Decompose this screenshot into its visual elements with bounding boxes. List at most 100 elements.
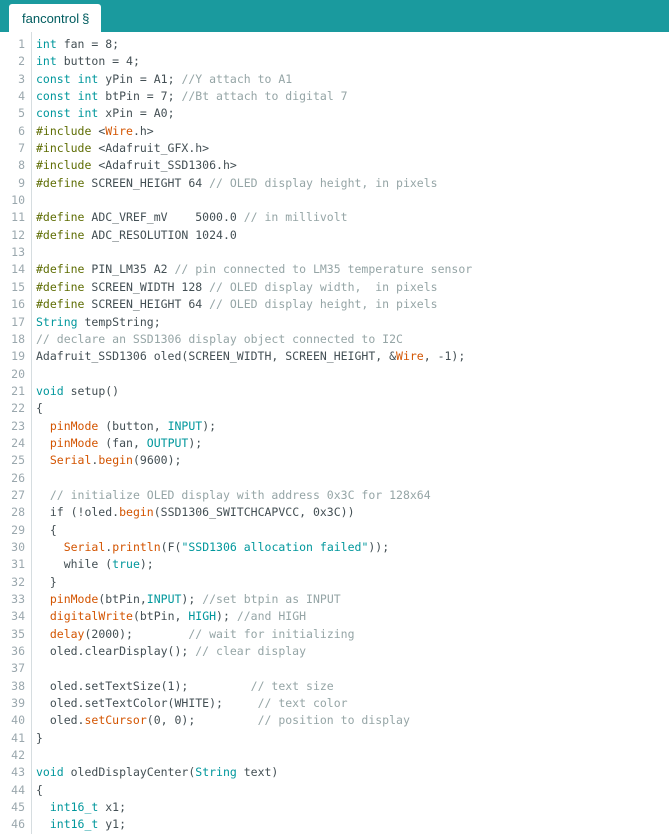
code-line[interactable]: 24 pinMode (fan, OUTPUT); (0, 435, 669, 452)
code-line[interactable]: 15 #define SCREEN_WIDTH 128 // OLED displ… (0, 279, 669, 296)
code-line[interactable]: 12 #define ADC_RESOLUTION 1024.0 (0, 227, 669, 244)
line-source[interactable]: #define PIN_LM35 A2 // pin connected to … (31, 261, 472, 278)
line-source[interactable]: #define SCREEN_HEIGHT 64 // OLED display… (31, 175, 438, 192)
code-line[interactable]: 4 const int btPin = 7; //Bt attach to dig… (0, 88, 669, 105)
code-line[interactable]: 39 oled.setTextColor(WHITE); // text col… (0, 695, 669, 712)
code-line[interactable]: 16 #define SCREEN_HEIGHT 64 // OLED displ… (0, 296, 669, 313)
code-line[interactable]: 34 digitalWrite(btPin, HIGH); //and HIGH (0, 608, 669, 625)
code-line[interactable]: 8 #include <Adafruit_SSD1306.h> (0, 157, 669, 174)
line-source[interactable]: } (31, 730, 43, 747)
code-line[interactable]: 36 oled.clearDisplay(); // clear display (0, 643, 669, 660)
line-source[interactable]: int16_t x1; (31, 799, 126, 816)
line-source[interactable]: // declare an SSD1306 display object con… (31, 331, 403, 348)
code-editor[interactable]: 1 int fan = 8; 2 int button = 4; 3 const int … (0, 32, 669, 834)
line-source[interactable]: Serial.begin(9600); (31, 452, 182, 469)
line-source[interactable]: { (31, 522, 57, 539)
token-pre: #include (36, 123, 92, 138)
code-line[interactable]: 30 Serial.println(F("SSD1306 allocation … (0, 539, 669, 556)
editor-tab-fancontrol[interactable]: fancontrol § (9, 4, 102, 32)
line-source[interactable]: { (31, 782, 43, 799)
code-line[interactable]: 44 { (0, 782, 669, 799)
code-line[interactable]: 1 int fan = 8; (0, 36, 669, 53)
line-source[interactable]: const int xPin = A0; (31, 105, 175, 122)
line-source[interactable]: Adafruit_SSD1306 oled(SCREEN_WIDTH, SCRE… (31, 348, 465, 365)
code-line[interactable]: 45 int16_t x1; (0, 799, 669, 816)
code-line[interactable]: 35 delay(2000); // wait for initializing (0, 626, 669, 643)
line-source[interactable]: const int btPin = 7; //Bt attach to digi… (31, 88, 348, 105)
line-source[interactable]: } (31, 574, 57, 591)
code-line[interactable]: 32 } (0, 574, 669, 591)
code-line[interactable]: 28 if (!oled.begin(SSD1306_SWITCHCAPVCC,… (0, 504, 669, 521)
code-line[interactable]: 26 (0, 470, 669, 487)
line-source[interactable]: #define ADC_VREF_mV 5000.0 // in millivo… (31, 209, 348, 226)
token-pln: button = 4; (56, 54, 140, 69)
line-number: 46 (11, 817, 25, 832)
code-line[interactable]: 13 (0, 244, 669, 261)
line-source[interactable]: oled.setCursor(0, 0); // position to dis… (31, 712, 410, 729)
code-line[interactable]: 37 (0, 660, 669, 677)
code-line[interactable]: 38 oled.setTextSize(1); // text size (0, 678, 669, 695)
token-lib: pinMode (49, 592, 99, 606)
line-source[interactable]: int fan = 8; (31, 36, 119, 53)
code-line[interactable]: 7 #include <Adafruit_GFX.h> (0, 140, 669, 157)
code-content[interactable]: 1 int fan = 8; 2 int button = 4; 3 const int … (0, 32, 669, 834)
code-line[interactable]: 40 oled.setCursor(0, 0); // position to … (0, 712, 669, 729)
token-kw: void (36, 383, 64, 398)
tab-label: fancontrol (22, 11, 80, 26)
line-source[interactable]: oled.setTextSize(1); // text size (31, 678, 334, 695)
code-line[interactable]: 17 String tempString; (0, 314, 669, 331)
code-line[interactable]: 20 (0, 366, 669, 383)
line-number: 20 (11, 366, 25, 381)
line-source[interactable]: int16_t y1; (31, 816, 126, 833)
line-source[interactable]: #define SCREEN_HEIGHT 64 // OLED display… (31, 296, 438, 313)
code-line[interactable]: 2 int button = 4; (0, 53, 669, 70)
line-source[interactable]: pinMode(btPin,INPUT); //set btpin as INP… (31, 591, 341, 608)
line-source[interactable]: int button = 4; (31, 53, 140, 70)
line-source[interactable]: #include <Wire.h> (31, 123, 154, 140)
code-line[interactable]: 23 pinMode (button, INPUT); (0, 418, 669, 435)
code-line[interactable]: 19 Adafruit_SSD1306 oled(SCREEN_WIDTH, SC… (0, 348, 669, 365)
line-source[interactable]: digitalWrite(btPin, HIGH); //and HIGH (31, 608, 306, 625)
line-source[interactable]: // initialize OLED display with address … (31, 487, 431, 504)
line-source[interactable]: if (!oled.begin(SSD1306_SWITCHCAPVCC, 0x… (31, 504, 355, 521)
code-line[interactable]: 14 #define PIN_LM35 A2 // pin connected t… (0, 261, 669, 278)
line-number: 10 (11, 193, 25, 208)
code-line[interactable]: 22 { (0, 400, 669, 417)
line-source[interactable]: #include <Adafruit_SSD1306.h> (31, 157, 237, 174)
line-source[interactable]: #include <Adafruit_GFX.h> (31, 140, 209, 157)
line-source[interactable]: pinMode (button, INPUT); (31, 418, 216, 435)
code-line[interactable]: 11 #define ADC_VREF_mV 5000.0 // in milli… (0, 209, 669, 226)
code-line[interactable]: 21 void setup() (0, 383, 669, 400)
line-source[interactable]: const int yPin = A1; //Y attach to A1 (31, 71, 292, 88)
code-line[interactable]: 46 int16_t y1; (0, 816, 669, 833)
line-source[interactable]: oled.setTextColor(WHITE); // text color (31, 695, 348, 712)
code-line[interactable]: 41} (0, 730, 669, 747)
line-source[interactable]: { (31, 400, 43, 417)
code-line[interactable]: 43 void oledDisplayCenter(String text) (0, 764, 669, 781)
line-source[interactable]: void setup() (31, 383, 119, 400)
token-pln: { (36, 401, 43, 416)
line-source[interactable]: void oledDisplayCenter(String text) (31, 764, 278, 781)
code-line[interactable]: 33 pinMode(btPin,INPUT); //set btpin as … (0, 591, 669, 608)
code-line[interactable]: 42 (0, 747, 669, 764)
code-line[interactable]: 25 Serial.begin(9600); (0, 452, 669, 469)
code-line[interactable]: 3 const int yPin = A1; //Y attach to A1 (0, 71, 669, 88)
code-line[interactable]: 18 // declare an SSD1306 display object c… (0, 331, 669, 348)
code-line[interactable]: 6 #include <Wire.h> (0, 123, 669, 140)
token-cmt: // wait for initializing (188, 626, 355, 641)
code-line[interactable]: 5 const int xPin = A0; (0, 105, 669, 122)
line-number: 22 (11, 401, 25, 416)
line-source[interactable]: oled.clearDisplay(); // clear display (31, 643, 306, 660)
code-line[interactable]: 29 { (0, 522, 669, 539)
code-line[interactable]: 9 #define SCREEN_HEIGHT 64 // OLED displa… (0, 175, 669, 192)
line-source[interactable]: delay(2000); // wait for initializing (31, 626, 355, 643)
line-source[interactable]: String tempString; (31, 314, 161, 331)
line-source[interactable]: #define ADC_RESOLUTION 1024.0 (31, 227, 237, 244)
line-source[interactable]: Serial.println(F("SSD1306 allocation fai… (31, 539, 389, 556)
line-source[interactable]: while (true); (31, 556, 154, 573)
line-source[interactable]: pinMode (fan, OUTPUT); (31, 435, 202, 452)
line-source[interactable]: #define SCREEN_WIDTH 128 // OLED display… (31, 279, 438, 296)
code-line[interactable]: 27 // initialize OLED display with addre… (0, 487, 669, 504)
code-line[interactable]: 10 (0, 192, 669, 209)
code-line[interactable]: 31 while (true); (0, 556, 669, 573)
